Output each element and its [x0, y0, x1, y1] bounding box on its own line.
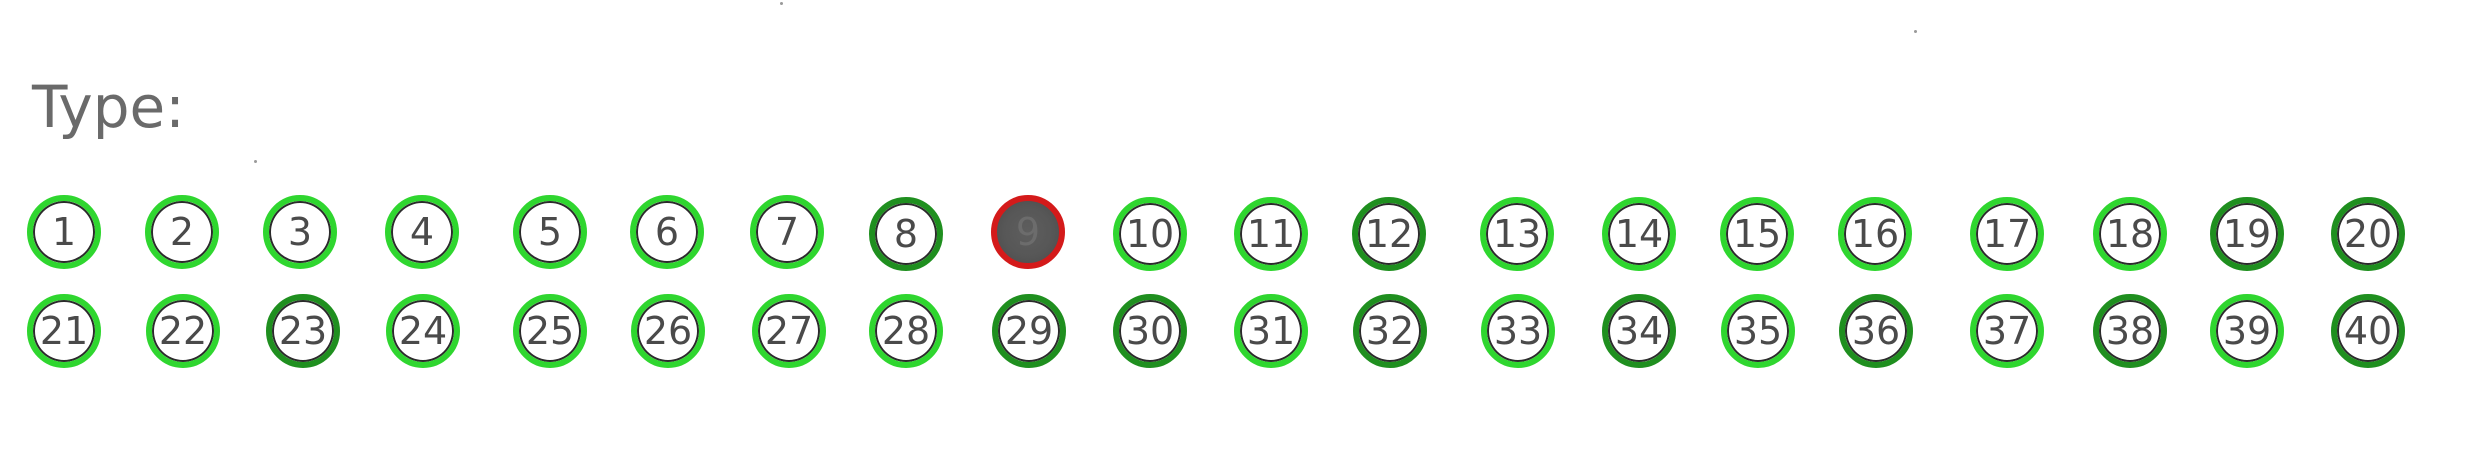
option-number: 23 — [278, 309, 328, 353]
type-option-30[interactable]: 30 — [1113, 294, 1187, 368]
option-number: 1 — [51, 210, 77, 254]
type-option-31[interactable]: 31 — [1234, 294, 1308, 368]
option-number: 4 — [409, 210, 435, 254]
option-number: 11 — [1246, 212, 1296, 256]
option-number: 10 — [1125, 212, 1175, 256]
type-option-33[interactable]: 33 — [1481, 294, 1555, 368]
type-option-23[interactable]: 23 — [266, 294, 340, 368]
option-number: 35 — [1733, 309, 1783, 353]
option-number: 18 — [2105, 212, 2155, 256]
option-number: 31 — [1246, 309, 1296, 353]
option-number: 9 — [1015, 210, 1041, 254]
option-number: 8 — [893, 212, 919, 256]
option-number: 21 — [39, 309, 89, 353]
type-option-32[interactable]: 32 — [1353, 294, 1427, 368]
type-option-13[interactable]: 13 — [1480, 197, 1554, 271]
type-option-17[interactable]: 17 — [1970, 197, 2044, 271]
type-option-11[interactable]: 11 — [1234, 197, 1308, 271]
scan-speck — [1914, 30, 1917, 33]
option-number: 2 — [169, 210, 195, 254]
type-option-7[interactable]: 7 — [750, 195, 824, 269]
type-option-8[interactable]: 8 — [869, 197, 943, 271]
type-option-16[interactable]: 16 — [1838, 197, 1912, 271]
option-number: 30 — [1125, 309, 1175, 353]
type-label: Type: — [32, 73, 185, 141]
type-option-34[interactable]: 34 — [1602, 294, 1676, 368]
option-number: 38 — [2105, 309, 2155, 353]
type-option-25[interactable]: 25 — [513, 294, 587, 368]
type-option-20[interactable]: 20 — [2331, 197, 2405, 271]
option-number: 14 — [1614, 212, 1664, 256]
option-number: 19 — [2222, 212, 2272, 256]
type-option-36[interactable]: 36 — [1839, 294, 1913, 368]
type-option-10[interactable]: 10 — [1113, 197, 1187, 271]
option-number: 6 — [654, 210, 680, 254]
option-number: 34 — [1614, 309, 1664, 353]
type-option-29[interactable]: 29 — [992, 294, 1066, 368]
option-number: 28 — [881, 309, 931, 353]
type-option-39[interactable]: 39 — [2210, 294, 2284, 368]
type-option-24[interactable]: 24 — [386, 294, 460, 368]
option-number: 22 — [158, 309, 208, 353]
option-number: 36 — [1851, 309, 1901, 353]
option-number: 29 — [1004, 309, 1054, 353]
type-option-4[interactable]: 4 — [385, 195, 459, 269]
type-option-27[interactable]: 27 — [752, 294, 826, 368]
option-number: 27 — [764, 309, 814, 353]
option-number: 20 — [2343, 212, 2393, 256]
option-number: 12 — [1364, 212, 1414, 256]
type-option-26[interactable]: 26 — [631, 294, 705, 368]
type-option-18[interactable]: 18 — [2093, 197, 2167, 271]
option-number: 37 — [1982, 309, 2032, 353]
type-option-22[interactable]: 22 — [146, 294, 220, 368]
type-option-9[interactable]: 9 — [991, 195, 1065, 269]
option-number: 32 — [1365, 309, 1415, 353]
option-number: 15 — [1732, 212, 1782, 256]
type-option-19[interactable]: 19 — [2210, 197, 2284, 271]
type-option-35[interactable]: 35 — [1721, 294, 1795, 368]
type-option-21[interactable]: 21 — [27, 294, 101, 368]
option-number: 26 — [643, 309, 693, 353]
type-option-3[interactable]: 3 — [263, 195, 337, 269]
type-option-37[interactable]: 37 — [1970, 294, 2044, 368]
type-option-38[interactable]: 38 — [2093, 294, 2167, 368]
option-number: 3 — [287, 210, 313, 254]
type-option-15[interactable]: 15 — [1720, 197, 1794, 271]
type-selection-form: Type: 1 2 3 4 5 6 7 8 9 10 11 12 13 14 1… — [0, 0, 2480, 457]
option-number: 5 — [537, 210, 563, 254]
type-option-1[interactable]: 1 — [27, 195, 101, 269]
type-option-6[interactable]: 6 — [630, 195, 704, 269]
option-number: 39 — [2222, 309, 2272, 353]
option-number: 13 — [1492, 212, 1542, 256]
type-option-2[interactable]: 2 — [145, 195, 219, 269]
type-option-5[interactable]: 5 — [513, 195, 587, 269]
option-number: 25 — [525, 309, 575, 353]
option-number: 40 — [2343, 309, 2393, 353]
type-option-12[interactable]: 12 — [1352, 197, 1426, 271]
option-number: 33 — [1493, 309, 1543, 353]
type-option-14[interactable]: 14 — [1602, 197, 1676, 271]
scan-speck — [254, 160, 257, 163]
option-number: 17 — [1982, 212, 2032, 256]
option-number: 24 — [398, 309, 448, 353]
option-number: 16 — [1850, 212, 1900, 256]
option-number: 7 — [774, 210, 800, 254]
type-option-28[interactable]: 28 — [869, 294, 943, 368]
type-option-40[interactable]: 40 — [2331, 294, 2405, 368]
scan-speck — [780, 2, 783, 5]
